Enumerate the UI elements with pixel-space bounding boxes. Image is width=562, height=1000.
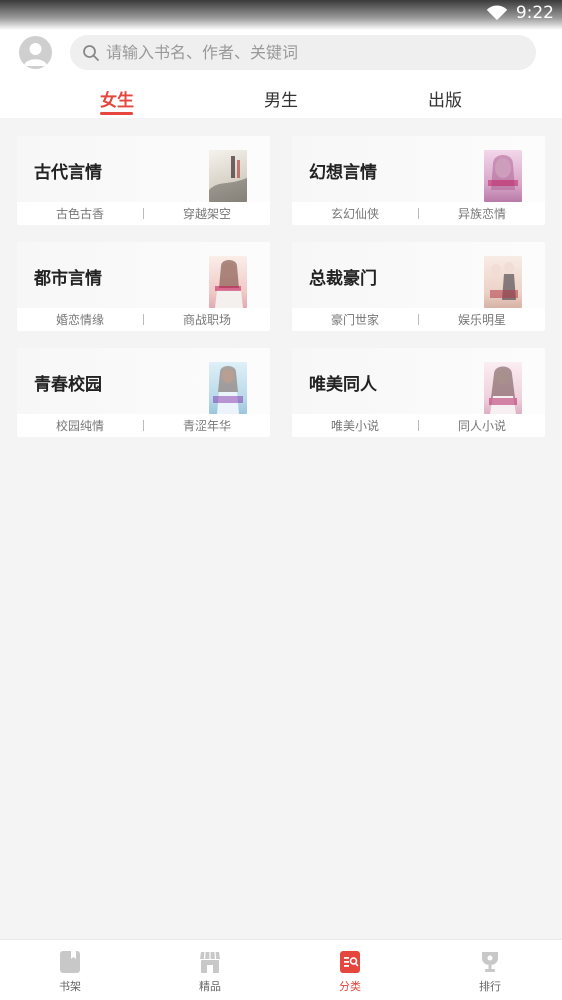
search-input[interactable] <box>106 43 506 62</box>
category-title: 幻想言情 <box>309 163 377 183</box>
nav-label: 书架 <box>59 980 81 993</box>
category-tags: 校园纯情 青涩年华 <box>17 414 270 437</box>
nav-ranking[interactable]: 排行 <box>455 950 525 994</box>
subcategory-tag[interactable]: 娱乐明星 <box>419 311 545 328</box>
tab-female[interactable]: 女生 <box>100 86 134 111</box>
category-card-fan-fiction[interactable]: 唯美同人 唯美小说 同人小说 <box>292 348 545 437</box>
book-cover <box>209 256 247 308</box>
subcategory-tag[interactable]: 同人小说 <box>419 417 545 434</box>
category-title: 总裁豪门 <box>309 269 377 289</box>
avatar[interactable] <box>19 36 52 69</box>
nav-label: 分类 <box>339 980 361 993</box>
cover-art <box>215 260 243 308</box>
book-cover <box>209 362 247 414</box>
category-title: 都市言情 <box>34 269 102 289</box>
nav-label: 精品 <box>199 980 221 993</box>
book-cover <box>209 150 247 202</box>
category-title: 青春校园 <box>34 375 102 395</box>
category-tags: 古色古香 穿越架空 <box>17 202 270 225</box>
category-title: 唯美同人 <box>309 375 377 395</box>
subcategory-tag[interactable]: 唯美小说 <box>292 417 418 434</box>
subcategory-tag[interactable]: 婚恋情缘 <box>17 311 143 328</box>
subcategory-tag[interactable]: 豪门世家 <box>292 311 418 328</box>
nav-featured[interactable]: 精品 <box>175 950 245 994</box>
cover-art <box>489 366 517 414</box>
nav-label: 排行 <box>479 980 501 993</box>
cover-art <box>490 262 518 300</box>
subcategory-tag[interactable]: 穿越架空 <box>144 205 270 222</box>
search-bar[interactable] <box>70 35 536 70</box>
subcategory-tag[interactable]: 古色古香 <box>17 205 143 222</box>
trophy-icon <box>482 952 498 972</box>
category-icon <box>340 951 360 973</box>
bottom-nav: 书架 精品 分类 排行 <box>0 939 562 1000</box>
nav-category[interactable]: 分类 <box>315 950 385 994</box>
category-tags: 玄幻仙侠 异族恋情 <box>292 202 545 225</box>
cover-art <box>488 155 518 190</box>
user-icon <box>24 43 47 66</box>
category-card-fantasy-romance[interactable]: 幻想言情 玄幻仙侠 异族恋情 <box>292 136 545 225</box>
nav-bookshelf[interactable]: 书架 <box>35 950 105 994</box>
tab-indicator <box>100 112 133 115</box>
category-tags: 豪门世家 娱乐明星 <box>292 308 545 331</box>
subcategory-tag[interactable]: 异族恋情 <box>419 205 545 222</box>
header: 女生 男生 出版 <box>0 30 562 118</box>
bookshelf-icon <box>60 951 80 973</box>
category-card-urban-romance[interactable]: 都市言情 婚恋情缘 商战职场 <box>17 242 270 331</box>
book-cover <box>484 256 522 308</box>
cover-art <box>213 366 243 414</box>
subcategory-tag[interactable]: 玄幻仙侠 <box>292 205 418 222</box>
category-title: 古代言情 <box>34 163 102 183</box>
store-icon <box>200 951 220 973</box>
tab-publish[interactable]: 出版 <box>428 86 462 111</box>
category-tags: 唯美小说 同人小说 <box>292 414 545 437</box>
status-bar: 9:22 <box>0 0 562 30</box>
cover-art <box>209 156 247 202</box>
search-icon <box>83 44 99 61</box>
category-card-campus-youth[interactable]: 青春校园 校园纯情 青涩年华 <box>17 348 270 437</box>
book-cover <box>484 362 522 414</box>
tab-bar: 女生 男生 出版 <box>0 82 562 118</box>
status-time: 9:22 <box>515 3 554 23</box>
book-cover <box>484 150 522 202</box>
subcategory-tag[interactable]: 青涩年华 <box>144 417 270 434</box>
category-tags: 婚恋情缘 商战职场 <box>17 308 270 331</box>
subcategory-tag[interactable]: 商战职场 <box>144 311 270 328</box>
wifi-icon <box>486 5 508 21</box>
subcategory-tag[interactable]: 校园纯情 <box>17 417 143 434</box>
category-card-ceo-wealthy[interactable]: 总裁豪门 豪门世家 娱乐明星 <box>292 242 545 331</box>
tab-male[interactable]: 男生 <box>264 86 298 111</box>
category-card-ancient-romance[interactable]: 古代言情 古色古香 穿越架空 <box>17 136 270 225</box>
